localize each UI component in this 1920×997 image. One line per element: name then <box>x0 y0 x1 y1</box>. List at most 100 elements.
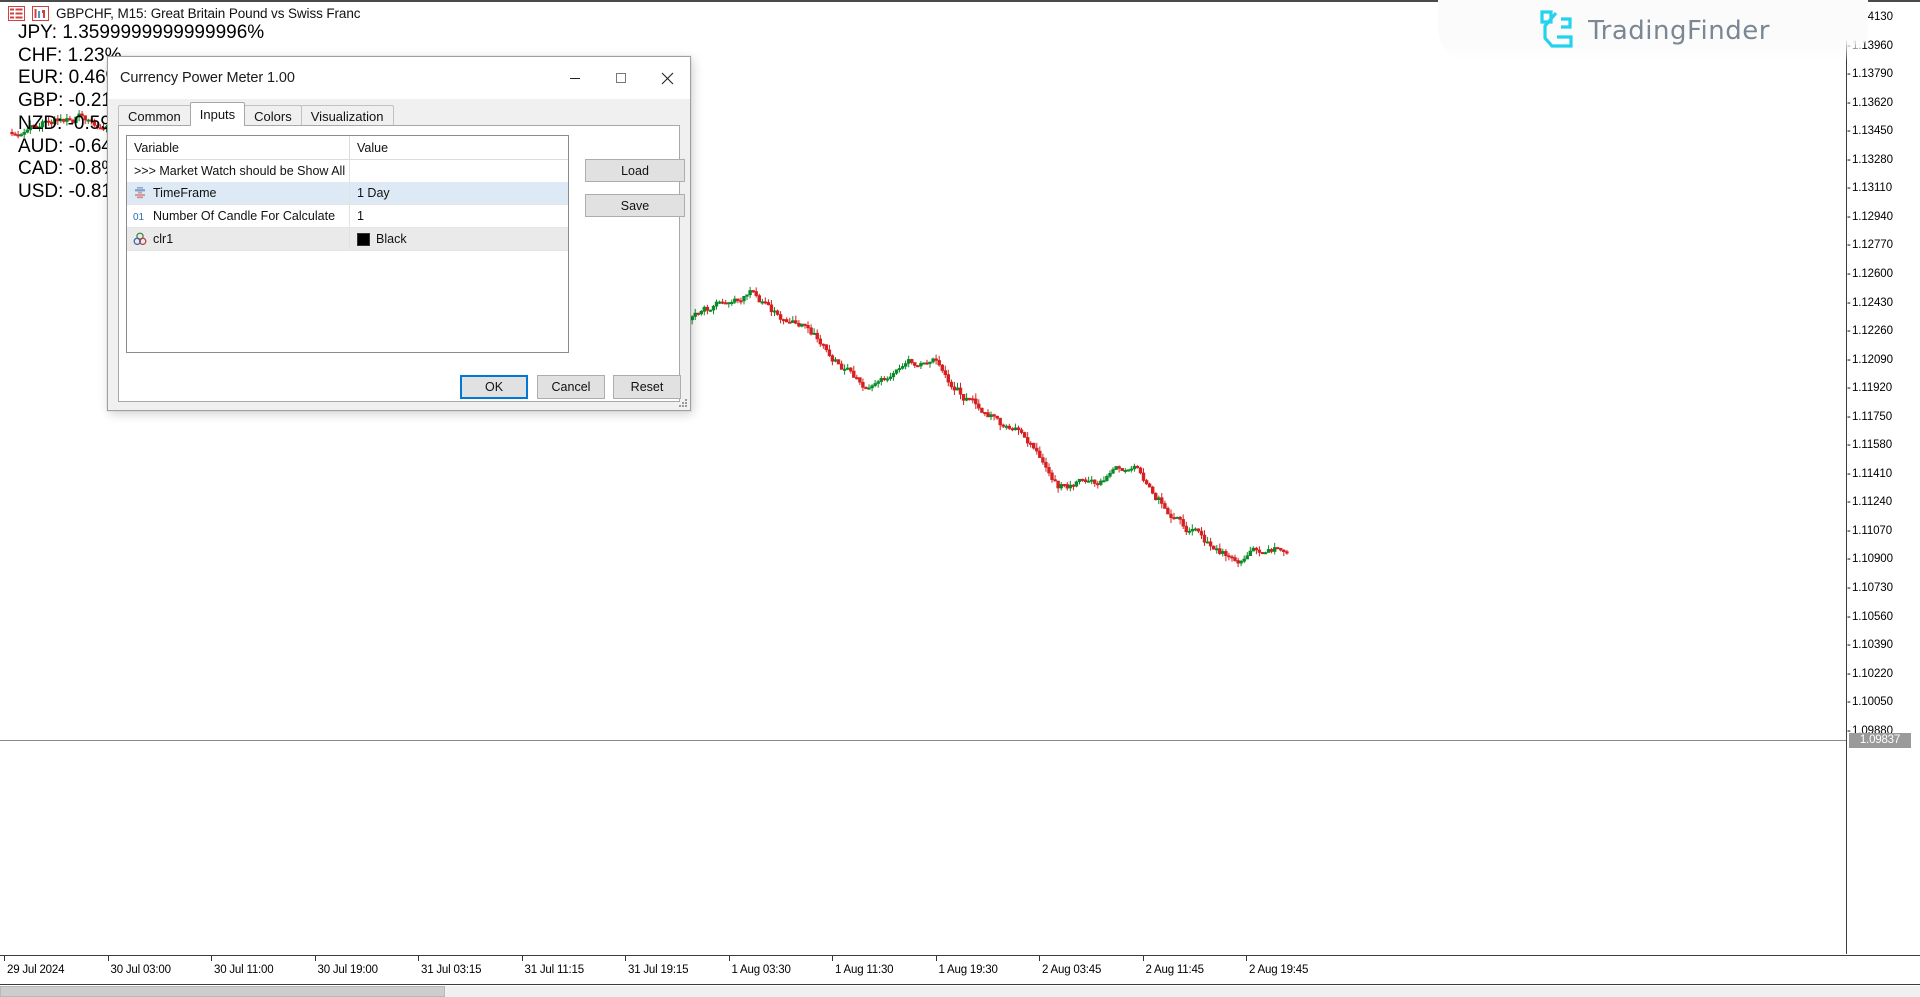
table-row[interactable]: 01 Number Of Candle For Calculate 1 <box>127 205 568 228</box>
dialog-titlebar[interactable]: Currency Power Meter 1.00 <box>108 57 690 99</box>
parameters-table[interactable]: Variable Value >>> Market Watch should b… <box>126 135 569 353</box>
price-tick-label: -1.11410 <box>1847 468 1892 480</box>
tradingfinder-watermark: TradingFinder <box>1438 0 1868 62</box>
parameter-value: Black <box>376 232 407 246</box>
maximize-button[interactable] <box>598 57 644 99</box>
minimize-icon <box>569 72 581 84</box>
time-tick-label: 1 Aug 03:30 <box>732 964 791 976</box>
time-tick-label: 2 Aug 19:45 <box>1249 964 1308 976</box>
svg-text:01: 01 <box>133 212 145 223</box>
tradingfinder-logo-icon <box>1536 9 1576 53</box>
price-tick-label: -1.12770 <box>1847 239 1893 251</box>
time-tick-label: 2 Aug 11:45 <box>1146 964 1204 976</box>
price-tick-label: -1.10900 <box>1847 553 1893 565</box>
time-tick-mark <box>1143 956 1144 961</box>
table-row[interactable]: TimeFrame 1 Day <box>127 182 568 205</box>
dialog-footer: OK Cancel Reset <box>108 364 690 410</box>
time-scale[interactable]: 29 Jul 2024 30 Jul 03:00 30 Jul 11:00 30 Ju… <box>0 955 1920 985</box>
parameter-name-cell: clr1 <box>127 228 349 250</box>
price-tick-label: -1.10560 <box>1847 611 1893 623</box>
time-tick-mark <box>625 956 626 961</box>
table-note-row: >>> Market Watch should be Show All <<< <box>127 160 568 182</box>
price-tick-label: -1.11070 <box>1847 525 1892 537</box>
time-tick-label: 30 Jul 19:00 <box>318 964 378 976</box>
price-tick-label: -1.10390 <box>1847 639 1893 651</box>
price-tick-label: -1.12260 <box>1847 325 1893 337</box>
close-button[interactable] <box>644 57 690 99</box>
parameter-name-cell: TimeFrame <box>127 182 349 204</box>
price-tick-label: -1.12090 <box>1847 354 1893 366</box>
price-tick-label: -1.13620 <box>1847 97 1893 109</box>
table-rows-container: >>> Market Watch should be Show All <<<T… <box>127 160 568 251</box>
price-tick-label: -1.13450 <box>1847 125 1893 137</box>
tab-colors[interactable]: Colors <box>244 105 302 126</box>
price-tick-label: -1.10220 <box>1847 668 1893 680</box>
current-price-badge: 1.09837 <box>1849 733 1911 748</box>
chart-header: GBPCHF, M15: Great Britain Pound vs Swis… <box>8 6 360 21</box>
parameter-value-cell[interactable]: 1 <box>349 205 568 227</box>
data-window-icon[interactable] <box>32 6 49 21</box>
indicator-properties-dialog: Currency Power Meter 1.00 CommonInputsCo… <box>107 56 691 411</box>
time-tick-mark <box>1246 956 1247 961</box>
ok-button[interactable]: OK <box>460 375 528 399</box>
table-note-value <box>349 160 568 182</box>
resize-grip[interactable] <box>678 398 688 408</box>
load-button[interactable]: Load <box>585 159 685 182</box>
time-tick-label: 29 Jul 2024 <box>7 964 64 976</box>
timeframe-icon <box>133 186 147 200</box>
time-tick-mark <box>4 956 5 961</box>
tab-strip[interactable]: CommonInputsColorsVisualization <box>118 102 393 126</box>
mt5-chart-window: -1.14130-1.13960-1.13790-1.13620-1.13450… <box>0 0 1920 997</box>
price-tick-label: -1.13280 <box>1847 154 1893 166</box>
price-tick-label: -1.11240 <box>1847 496 1892 508</box>
market-watch-icon[interactable] <box>8 6 25 21</box>
parameter-value-cell[interactable]: 1 Day <box>349 182 568 204</box>
save-button[interactable]: Save <box>585 194 685 217</box>
tab-visualization[interactable]: Visualization <box>301 105 394 126</box>
time-tick-label: 31 Jul 19:15 <box>628 964 688 976</box>
time-tick-label: 30 Jul 03:00 <box>111 964 171 976</box>
column-header-variable: Variable <box>127 136 349 159</box>
maximize-icon <box>615 72 627 84</box>
color-swatch <box>357 233 370 246</box>
parameter-value: 1 Day <box>357 186 390 200</box>
price-scale[interactable]: -1.14130-1.13960-1.13790-1.13620-1.13450… <box>1846 2 1920 954</box>
time-tick-label: 1 Aug 11:30 <box>835 964 893 976</box>
price-tick-label: -1.10050 <box>1847 696 1893 708</box>
parameter-name: TimeFrame <box>153 186 216 200</box>
tab-common[interactable]: Common <box>118 105 191 126</box>
inputs-tab-panel: Variable Value >>> Market Watch should b… <box>118 125 680 402</box>
current-price-line <box>0 740 1846 741</box>
power-meter-row: JPY: 1.3599999999999996% <box>18 22 264 45</box>
time-tick-label: 2 Aug 03:45 <box>1042 964 1101 976</box>
tab-inputs[interactable]: Inputs <box>190 102 245 126</box>
time-tick-mark <box>315 956 316 961</box>
reset-button[interactable]: Reset <box>613 375 681 399</box>
parameter-value-cell[interactable]: Black <box>349 228 568 250</box>
parameter-name: Number Of Candle For Calculate <box>153 209 335 223</box>
table-header-row: Variable Value <box>127 136 568 160</box>
price-tick-label: -1.11920 <box>1847 382 1892 394</box>
close-icon <box>661 72 674 85</box>
time-tick-label: 31 Jul 03:15 <box>421 964 481 976</box>
minimize-button[interactable] <box>552 57 598 99</box>
parameter-name-cell: 01 Number Of Candle For Calculate <box>127 205 349 227</box>
scrollbar-thumb[interactable] <box>0 986 445 997</box>
price-tick-label: -1.12940 <box>1847 211 1893 223</box>
time-tick-mark <box>1039 956 1040 961</box>
time-tick-mark <box>936 956 937 961</box>
cancel-button[interactable]: Cancel <box>537 375 605 399</box>
dialog-body: CommonInputsColorsVisualization Variable… <box>108 99 690 410</box>
parameter-value: 1 <box>357 209 364 223</box>
integer-icon: 01 <box>133 209 147 223</box>
time-tick-label: 31 Jul 11:15 <box>525 964 584 976</box>
horizontal-scrollbar[interactable] <box>0 986 1920 997</box>
time-tick-label: 30 Jul 11:00 <box>214 964 273 976</box>
time-tick-mark <box>832 956 833 961</box>
table-row[interactable]: clr1 Black <box>127 228 568 251</box>
time-tick-mark <box>418 956 419 961</box>
price-tick-label: -1.11750 <box>1847 411 1892 423</box>
table-note-text: >>> Market Watch should be Show All <<< <box>127 160 349 182</box>
column-header-value: Value <box>349 136 568 159</box>
time-tick-mark <box>522 956 523 961</box>
